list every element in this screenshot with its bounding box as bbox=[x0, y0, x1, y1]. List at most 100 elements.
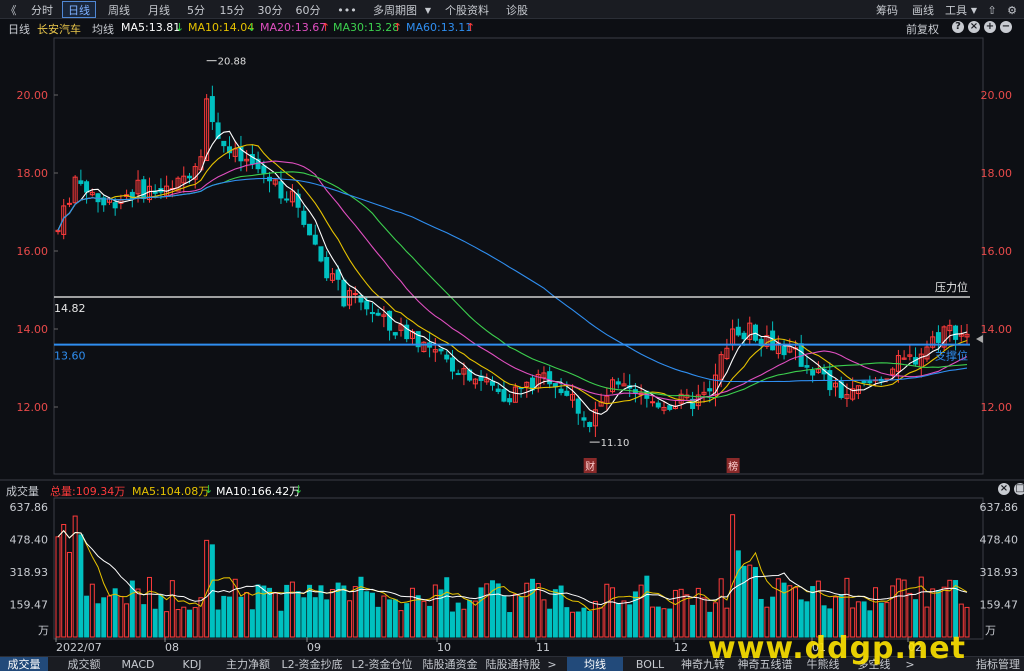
volume-bar bbox=[169, 580, 175, 638]
volume-bar bbox=[267, 587, 273, 638]
candlestick-chart[interactable]: 20.00 20.00 18.00 18.00 16.00 16.00 14.00 14.00… bbox=[0, 0, 1024, 671]
tab-l2-bottom[interactable]: L2-资金抄底 bbox=[279, 657, 345, 671]
volume-total: 总量:109.34万 bbox=[50, 485, 126, 498]
down-arrow-icon: ↓ bbox=[294, 483, 304, 496]
volume-bar bbox=[661, 608, 667, 638]
tab-indicator-manage[interactable]: 指标管理 bbox=[972, 657, 1024, 671]
candle-body bbox=[209, 96, 215, 123]
volume-bar bbox=[684, 594, 690, 638]
volume-bar bbox=[941, 586, 947, 638]
close-icon[interactable]: × bbox=[998, 483, 1010, 495]
volume-bar bbox=[249, 609, 255, 638]
volume-bar bbox=[158, 594, 164, 638]
candle-body bbox=[444, 354, 450, 360]
ma60-line bbox=[57, 177, 968, 383]
candle-body bbox=[861, 380, 867, 384]
tab-kdj[interactable]: KDJ bbox=[168, 657, 216, 671]
tab-turnover[interactable]: 成交额 bbox=[60, 657, 108, 671]
volume-bar bbox=[507, 612, 513, 638]
volume-label[interactable]: 成交量 bbox=[6, 483, 39, 499]
date-label: 12 bbox=[674, 641, 688, 654]
candle-body bbox=[501, 389, 507, 402]
price-axis-label-right: 20.00 bbox=[981, 89, 1013, 102]
volume-bar bbox=[747, 564, 753, 638]
date-label: 09 bbox=[307, 641, 321, 654]
volume-axis-label-left: 159.47 bbox=[10, 598, 49, 611]
candle-body bbox=[364, 300, 370, 310]
candle-body bbox=[438, 348, 444, 352]
chevron-right-icon[interactable]: > bbox=[545, 657, 559, 671]
volume-ma10-line bbox=[57, 529, 968, 606]
volume-bar bbox=[455, 602, 461, 638]
candle-body bbox=[781, 345, 787, 356]
price-panel-frame bbox=[53, 37, 984, 475]
volume-bar bbox=[930, 588, 936, 638]
volume-bar bbox=[444, 577, 450, 638]
date-label: 2022/07 bbox=[56, 641, 102, 654]
volume-bar bbox=[815, 580, 821, 638]
tab-macd[interactable]: MACD bbox=[114, 657, 162, 671]
candle-body bbox=[301, 210, 307, 225]
volume-bar bbox=[221, 595, 227, 638]
volume-bar bbox=[598, 607, 604, 638]
resistance-value-label: 14.82 bbox=[54, 302, 86, 315]
volume-bar bbox=[530, 578, 536, 638]
volume-bar bbox=[84, 595, 90, 638]
price-axis-label-right: 12.00 bbox=[981, 401, 1013, 414]
volume-axis-label-left: 478.40 bbox=[10, 533, 49, 546]
tab-volume[interactable]: 成交量 bbox=[0, 657, 48, 671]
volume-bar bbox=[810, 586, 816, 638]
volume-axis-label-right: 318.93 bbox=[980, 566, 1019, 579]
candle-body bbox=[655, 402, 661, 408]
volume-bar bbox=[775, 578, 781, 638]
watermark: www.ddgp.net bbox=[708, 631, 966, 666]
resistance-label: 压力位 bbox=[935, 280, 968, 294]
candle-body bbox=[449, 357, 455, 372]
volume-bar bbox=[89, 583, 95, 638]
tab-l2-position[interactable]: L2-资金仓位 bbox=[349, 657, 415, 671]
event-marker-label: 榜 bbox=[728, 460, 738, 473]
price-axis-label-left: 12.00 bbox=[17, 401, 49, 414]
volume-bar bbox=[398, 610, 404, 638]
volume-bar bbox=[655, 606, 661, 638]
volume-ma10: MA10:166.42万 bbox=[216, 485, 301, 498]
volume-bar bbox=[301, 597, 307, 638]
volume-ma5-line bbox=[57, 529, 968, 611]
volume-bar bbox=[352, 586, 358, 638]
candle-body bbox=[186, 175, 192, 179]
tab-ma[interactable]: 均线 bbox=[567, 657, 623, 671]
tab-boll[interactable]: BOLL bbox=[627, 657, 673, 671]
volume-bar bbox=[312, 597, 318, 638]
candle-body bbox=[112, 202, 118, 209]
candle-body bbox=[495, 388, 501, 392]
tab-hk-fund[interactable]: 陆股通资金 bbox=[419, 657, 481, 671]
volume-bar bbox=[118, 595, 124, 638]
volume-bar bbox=[192, 607, 198, 638]
volume-bar bbox=[392, 599, 398, 638]
volume-bar bbox=[901, 579, 907, 638]
date-label: 11 bbox=[536, 641, 550, 654]
volume-bar bbox=[627, 604, 633, 638]
volume-bar bbox=[427, 605, 433, 638]
candle-body bbox=[284, 198, 290, 201]
current-price-pointer-icon bbox=[976, 335, 983, 343]
price-axis-label-right: 14.00 bbox=[981, 323, 1013, 336]
candle-body bbox=[221, 140, 227, 147]
volume-bar bbox=[730, 514, 736, 638]
candle-body bbox=[375, 312, 381, 316]
volume-bar bbox=[101, 597, 107, 638]
maximize-icon[interactable]: □ bbox=[1014, 483, 1024, 495]
tab-main-net[interactable]: 主力净额 bbox=[222, 657, 274, 671]
volume-bar bbox=[186, 609, 192, 638]
volume-bar bbox=[535, 583, 541, 638]
candle-body bbox=[810, 370, 816, 376]
candle-body bbox=[312, 234, 318, 245]
volume-bar bbox=[347, 600, 353, 638]
volume-bar bbox=[449, 611, 455, 638]
volume-unit-right: 万 bbox=[985, 624, 996, 637]
volume-bar bbox=[541, 599, 547, 638]
volume-info-bar: 成交量 总量:109.34万 MA5:104.08万 ↓ MA10:166.42… bbox=[0, 481, 1024, 499]
volume-bar bbox=[478, 587, 484, 638]
tab-hk-hold[interactable]: 陆股通持股 bbox=[485, 657, 541, 671]
candle-body bbox=[615, 381, 621, 385]
